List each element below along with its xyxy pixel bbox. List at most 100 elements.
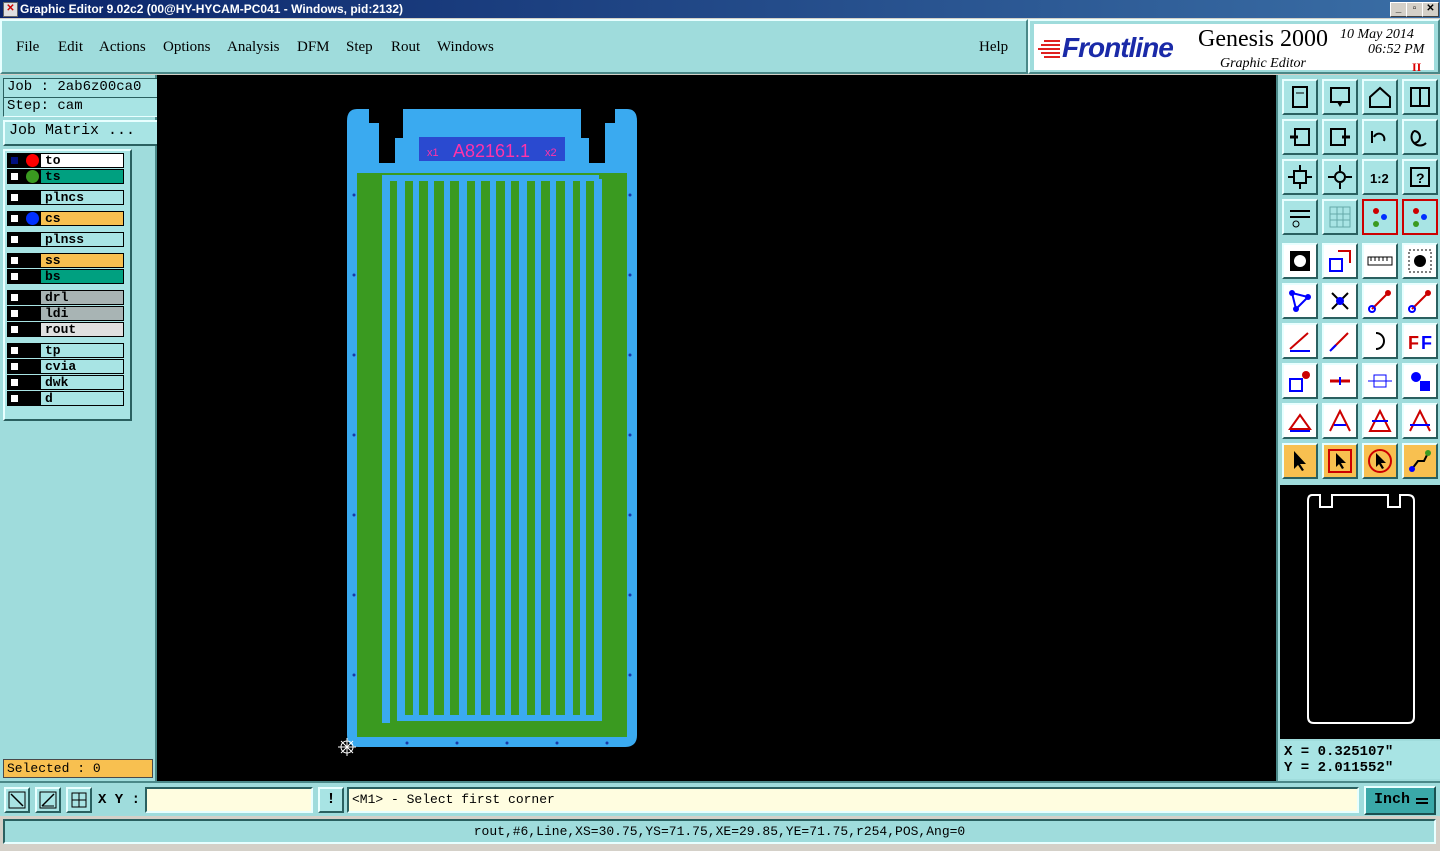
layer-row-dwk[interactable]: dwk xyxy=(7,375,125,390)
export-button[interactable] xyxy=(1322,119,1358,155)
graphic-canvas[interactable]: A82161.1 x1 x2 xyxy=(157,75,1276,781)
triangle-button[interactable] xyxy=(1282,403,1318,439)
open-job-button[interactable] xyxy=(1282,79,1318,115)
layer-display-dot[interactable] xyxy=(26,170,39,183)
layer-name[interactable]: rout xyxy=(40,322,124,337)
menu-step[interactable]: Step xyxy=(346,39,373,56)
layer-row-d[interactable]: d xyxy=(7,391,125,406)
move-point-2-button[interactable] xyxy=(1402,283,1438,319)
shapes-button[interactable] xyxy=(1402,363,1438,399)
layer-display-dot[interactable] xyxy=(26,154,39,167)
redo-button[interactable] xyxy=(1402,119,1438,155)
layer-checkbox-ts[interactable] xyxy=(9,171,20,182)
layer-name[interactable]: dwk xyxy=(40,375,124,390)
layer-display-dot[interactable] xyxy=(26,212,39,225)
minimize-button[interactable]: _ xyxy=(1390,2,1407,17)
menu-options[interactable]: Options xyxy=(163,39,211,56)
job-matrix-button[interactable]: Job Matrix ... xyxy=(3,120,159,146)
layer-row-plnss[interactable]: plnss xyxy=(7,232,125,247)
shape-button[interactable] xyxy=(1322,243,1358,279)
layer-name[interactable]: bs xyxy=(40,269,124,284)
menu-help[interactable]: Help xyxy=(979,39,1008,56)
layer-name[interactable]: plnss xyxy=(40,232,124,247)
grid-snap-button[interactable] xyxy=(66,787,92,813)
layer-row-ldi[interactable]: ldi xyxy=(7,306,125,321)
tools-button[interactable] xyxy=(1282,199,1318,235)
triangle-3-button[interactable] xyxy=(1362,403,1398,439)
snap-button[interactable] xyxy=(1282,363,1318,399)
window-split-button[interactable] xyxy=(1402,79,1438,115)
grid-button[interactable] xyxy=(1322,199,1358,235)
scale-button[interactable]: 1:2 xyxy=(1362,159,1398,195)
layer-checkbox-cvia[interactable] xyxy=(9,361,20,372)
menu-edit[interactable]: Edit xyxy=(58,39,83,56)
round-pad-button[interactable] xyxy=(1402,243,1438,279)
layer-checkbox-ss[interactable] xyxy=(9,255,20,266)
triangle-2-button[interactable] xyxy=(1322,403,1358,439)
menu-windows[interactable]: Windows xyxy=(437,39,494,56)
layer-checkbox-drl[interactable] xyxy=(9,292,20,303)
layer-checkbox-bs[interactable] xyxy=(9,271,20,282)
layer-row-to[interactable]: to xyxy=(7,153,125,168)
pause-indicator[interactable]: II xyxy=(1412,60,1421,75)
layer-checkbox-plncs[interactable] xyxy=(9,192,20,203)
arc-button[interactable] xyxy=(1362,323,1398,359)
layer-row-cvia[interactable]: cvia xyxy=(7,359,125,374)
layer-name[interactable]: cs xyxy=(40,211,124,226)
layer-name[interactable]: tp xyxy=(40,343,124,358)
menu-dfm[interactable]: DFM xyxy=(297,39,330,56)
route-button[interactable] xyxy=(1402,443,1438,479)
horizontal-line-button[interactable] xyxy=(1322,363,1358,399)
layer-name[interactable]: ldi xyxy=(40,306,124,321)
layer-name[interactable]: ts xyxy=(40,169,124,184)
layer-row-rout[interactable]: rout xyxy=(7,322,125,337)
layer-name[interactable]: d xyxy=(40,391,124,406)
layer-name[interactable]: drl xyxy=(40,290,124,305)
layer-row-plncs[interactable]: plncs xyxy=(7,190,125,205)
zoom-fit-button[interactable] xyxy=(1282,159,1318,195)
layer-row-drl[interactable]: drl xyxy=(7,290,125,305)
layer-checkbox-cs[interactable] xyxy=(9,213,20,224)
layer-checkbox-rout[interactable] xyxy=(9,324,20,335)
layer-name[interactable]: plncs xyxy=(40,190,124,205)
layer-row-ss[interactable]: ss xyxy=(7,253,125,268)
measure-button[interactable] xyxy=(1362,243,1398,279)
triangle-4-button[interactable] xyxy=(1402,403,1438,439)
layer-name[interactable]: to xyxy=(40,153,124,168)
board-drawing[interactable]: A82161.1 x1 x2 xyxy=(157,75,1276,781)
layer-row-ts[interactable]: ts xyxy=(7,169,125,184)
layer-name[interactable]: ss xyxy=(40,253,124,268)
layer-toggle-2-button[interactable] xyxy=(1402,199,1438,235)
select-box-button[interactable] xyxy=(1322,443,1358,479)
layer-checkbox-plnss[interactable] xyxy=(9,234,20,245)
select-circle-button[interactable] xyxy=(1362,443,1398,479)
layer-checkbox-ldi[interactable] xyxy=(9,308,20,319)
mirror-button[interactable]: FF xyxy=(1402,323,1438,359)
layer-checkbox-to[interactable] xyxy=(9,155,20,166)
move-point-button[interactable] xyxy=(1362,283,1398,319)
layer-toggle-button[interactable] xyxy=(1362,199,1398,235)
maximize-button[interactable]: ▫ xyxy=(1406,2,1423,17)
exclamation-button[interactable]: ! xyxy=(318,787,344,813)
line-button[interactable] xyxy=(1282,323,1318,359)
save-button[interactable] xyxy=(1322,79,1358,115)
layer-name[interactable]: cvia xyxy=(40,359,124,374)
nodes-button[interactable] xyxy=(1282,283,1318,319)
help-button[interactable]: ? xyxy=(1402,159,1438,195)
snap-mode-button[interactable] xyxy=(4,787,30,813)
slash-button[interactable] xyxy=(1322,323,1358,359)
xy-input[interactable] xyxy=(145,787,313,813)
unit-selector[interactable]: Inch xyxy=(1364,786,1436,815)
pad-button[interactable] xyxy=(1282,243,1318,279)
menu-analysis[interactable]: Analysis xyxy=(227,39,280,56)
menu-actions[interactable]: Actions xyxy=(99,39,146,56)
undo-button[interactable] xyxy=(1362,119,1398,155)
zoom-center-button[interactable] xyxy=(1322,159,1358,195)
overview-thumbnail[interactable] xyxy=(1280,485,1440,739)
layer-row-bs[interactable]: bs xyxy=(7,269,125,284)
menu-rout[interactable]: Rout xyxy=(391,39,420,56)
layer-row-tp[interactable]: tp xyxy=(7,343,125,358)
delete-node-button[interactable] xyxy=(1322,283,1358,319)
layer-row-cs[interactable]: cs xyxy=(7,211,125,226)
dimension-button[interactable] xyxy=(1362,363,1398,399)
